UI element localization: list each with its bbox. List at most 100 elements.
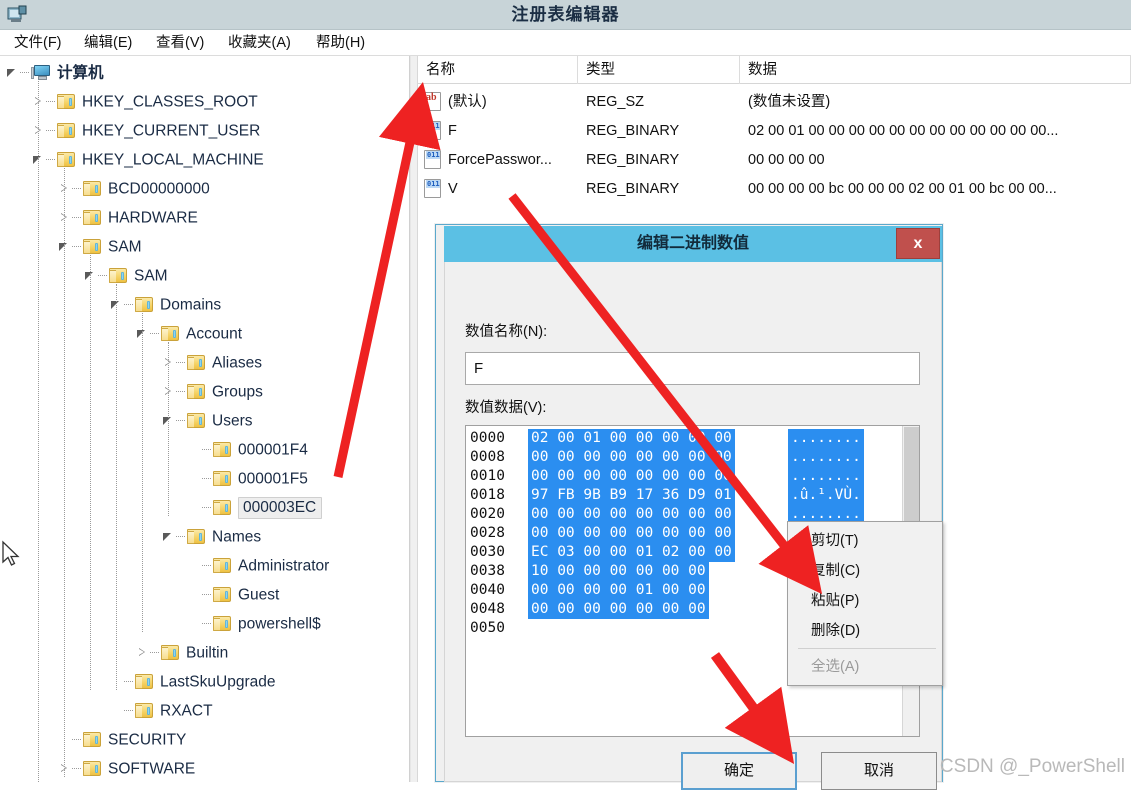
tree-node-label[interactable]: 000001F4 bbox=[238, 441, 308, 458]
context-menu-item[interactable]: 复制(C) bbox=[789, 556, 943, 586]
hex-bytes[interactable]: 00 00 00 00 00 00 00 00 bbox=[528, 448, 735, 467]
context-menu-item[interactable]: 删除(D) bbox=[789, 616, 943, 646]
close-icon[interactable]: x bbox=[896, 228, 940, 259]
value-row[interactable]: (默认) REG_SZ (数值未设置) bbox=[418, 88, 1131, 117]
hex-bytes[interactable]: 97 FB 9B B9 17 36 D9 01 bbox=[528, 486, 735, 505]
tree-node[interactable]: 计算机 bbox=[6, 58, 104, 87]
hex-bytes[interactable]: 10 00 00 00 00 00 00 bbox=[528, 562, 709, 581]
value-row[interactable]: V REG_BINARY 00 00 00 00 bc 00 00 00 02 00… bbox=[418, 175, 1131, 204]
column-header[interactable]: 类型 bbox=[578, 56, 740, 84]
tree-node-label[interactable]: Users bbox=[212, 412, 252, 429]
value-row[interactable]: F REG_BINARY 02 00 01 00 00 00 00 00 00 00… bbox=[418, 117, 1131, 146]
tree-node-label[interactable]: Guest bbox=[238, 586, 279, 603]
tree-node[interactable]: 000003EC bbox=[188, 493, 323, 522]
ok-button[interactable]: 确定 bbox=[681, 752, 797, 790]
tree-connector bbox=[176, 536, 185, 538]
tree-node-label[interactable]: SECURITY bbox=[108, 731, 186, 748]
tree-node-label[interactable]: HKEY_LOCAL_MACHINE bbox=[82, 151, 264, 168]
tree-node-label[interactable]: HKEY_CLASSES_ROOT bbox=[82, 93, 258, 110]
hex-bytes[interactable]: EC 03 00 00 01 02 00 00 bbox=[528, 543, 735, 562]
menu-item-4[interactable]: 帮助(H) bbox=[310, 30, 371, 56]
tree-node[interactable]: BCD00000000 bbox=[58, 174, 210, 203]
tree-node[interactable]: Aliases bbox=[162, 348, 262, 377]
tree-node[interactable]: 000001F5 bbox=[188, 464, 308, 493]
column-header[interactable]: 名称 bbox=[418, 56, 578, 84]
tree-connector bbox=[72, 768, 81, 770]
chevron-right-icon[interactable] bbox=[136, 646, 149, 659]
tree-node-label[interactable]: Account bbox=[186, 325, 242, 342]
hex-bytes[interactable]: 02 00 01 00 00 00 00 00 bbox=[528, 429, 735, 448]
hex-bytes[interactable]: 00 00 00 00 00 00 00 00 bbox=[528, 524, 735, 543]
tree-node[interactable]: HARDWARE bbox=[58, 203, 198, 232]
hex-bytes[interactable]: 00 00 00 00 00 00 00 00 bbox=[528, 505, 735, 524]
tree-connector bbox=[176, 362, 185, 364]
hex-offset: 0028 bbox=[470, 525, 505, 541]
tree-node[interactable]: Builtin bbox=[136, 638, 228, 667]
tree-node-label[interactable]: RXACT bbox=[160, 702, 213, 719]
tree-node-label[interactable]: BCD00000000 bbox=[108, 180, 210, 197]
cancel-button[interactable]: 取消 bbox=[821, 752, 937, 790]
tree-guide-line bbox=[168, 342, 169, 516]
hex-ascii[interactable]: ........ bbox=[788, 448, 864, 467]
tree-node-label[interactable]: Aliases bbox=[212, 354, 262, 371]
hex-ascii[interactable]: ........ bbox=[788, 467, 864, 486]
tree-node[interactable]: Groups bbox=[162, 377, 263, 406]
tree-node-label[interactable]: 000001F5 bbox=[238, 470, 308, 487]
context-menu-item[interactable]: 粘贴(P) bbox=[789, 586, 943, 616]
tree-node-label[interactable]: SOFTWARE bbox=[108, 760, 195, 777]
tree-node-label[interactable]: SAM bbox=[134, 267, 168, 284]
tree-node[interactable]: LastSkuUpgrade bbox=[110, 667, 275, 696]
menu-item-2[interactable]: 查看(V) bbox=[150, 30, 210, 56]
hex-editor-context-menu[interactable]: 剪切(T) 复制(C) 粘贴(P) 删除(D) 全选(A) bbox=[787, 521, 943, 686]
tree-node-label[interactable]: HKEY_CURRENT_USER bbox=[82, 122, 260, 139]
tree-node[interactable]: Account bbox=[136, 319, 242, 348]
tree-node-label[interactable]: LastSkuUpgrade bbox=[160, 673, 275, 690]
tree-node-label[interactable]: Builtin bbox=[186, 644, 228, 661]
tree-node[interactable]: SECURITY bbox=[58, 725, 186, 754]
context-menu-item[interactable]: 剪切(T) bbox=[789, 526, 943, 556]
tree-node[interactable]: 000001F4 bbox=[188, 435, 308, 464]
tree-node-label[interactable]: HARDWARE bbox=[108, 209, 198, 226]
menu-item-1[interactable]: 编辑(E) bbox=[78, 30, 138, 56]
tree-node[interactable]: Guest bbox=[188, 580, 279, 609]
menu-item-0[interactable]: 文件(F) bbox=[8, 30, 68, 56]
column-header[interactable]: 数据 bbox=[740, 56, 1131, 84]
tree-node[interactable]: powershell$ bbox=[188, 609, 321, 638]
tree-node[interactable]: RXACT bbox=[110, 696, 213, 725]
value-name-input[interactable]: F bbox=[465, 352, 920, 385]
tree-node[interactable]: Users bbox=[162, 406, 252, 435]
menu-item-3[interactable]: 收藏夹(A) bbox=[222, 30, 297, 56]
tree-node[interactable]: HKEY_CLASSES_ROOT bbox=[32, 87, 258, 116]
tree-node[interactable]: HKEY_CURRENT_USER bbox=[32, 116, 260, 145]
tree-node[interactable]: Names bbox=[162, 522, 261, 551]
tree-node-label[interactable]: Administrator bbox=[238, 557, 329, 574]
hex-bytes[interactable]: 00 00 00 00 01 00 00 bbox=[528, 581, 709, 600]
tree-node[interactable]: SOFTWARE bbox=[58, 754, 195, 782]
hex-bytes[interactable]: 00 00 00 00 00 00 00 bbox=[528, 600, 709, 619]
tree-node[interactable]: SAM bbox=[84, 261, 168, 290]
registry-tree-pane[interactable]: 计算机 HKEY_CLASSES_ROOT HKEY_CURRENT_USER HKE… bbox=[0, 56, 410, 782]
hex-bytes[interactable]: 00 00 00 00 00 00 00 00 bbox=[528, 467, 735, 486]
tree-node[interactable]: SAM bbox=[58, 232, 142, 261]
hex-ascii[interactable]: ........ bbox=[788, 429, 864, 448]
tree-node[interactable]: Administrator bbox=[188, 551, 329, 580]
edit-binary-value-dialog: 编辑二进制数值 x 数值名称(N): F 数值数据(V): 0000 02 00 … bbox=[435, 224, 943, 790]
hex-offset: 0048 bbox=[470, 601, 505, 617]
tree-node-label[interactable]: 计算机 bbox=[57, 64, 104, 81]
tree-node[interactable]: Domains bbox=[110, 290, 221, 319]
pane-splitter[interactable] bbox=[410, 56, 418, 782]
tree-node[interactable]: HKEY_LOCAL_MACHINE bbox=[32, 145, 264, 174]
value-row[interactable]: ForcePasswor... REG_BINARY 00 00 00 00 bbox=[418, 146, 1131, 175]
tree-node-label[interactable]: Names bbox=[212, 528, 261, 545]
folder-icon bbox=[57, 122, 76, 139]
chevron-down-icon[interactable] bbox=[162, 530, 175, 543]
folder-icon bbox=[109, 267, 128, 284]
folder-icon bbox=[57, 93, 76, 110]
tree-node-label[interactable]: SAM bbox=[108, 238, 142, 255]
chevron-down-icon[interactable] bbox=[6, 66, 19, 79]
tree-node-label[interactable]: 000003EC bbox=[238, 497, 323, 520]
tree-node-label[interactable]: powershell$ bbox=[238, 615, 321, 632]
hex-ascii[interactable]: .û.¹.VÙ. bbox=[788, 486, 864, 505]
tree-node-label[interactable]: Groups bbox=[212, 383, 263, 400]
tree-node-label[interactable]: Domains bbox=[160, 296, 221, 313]
